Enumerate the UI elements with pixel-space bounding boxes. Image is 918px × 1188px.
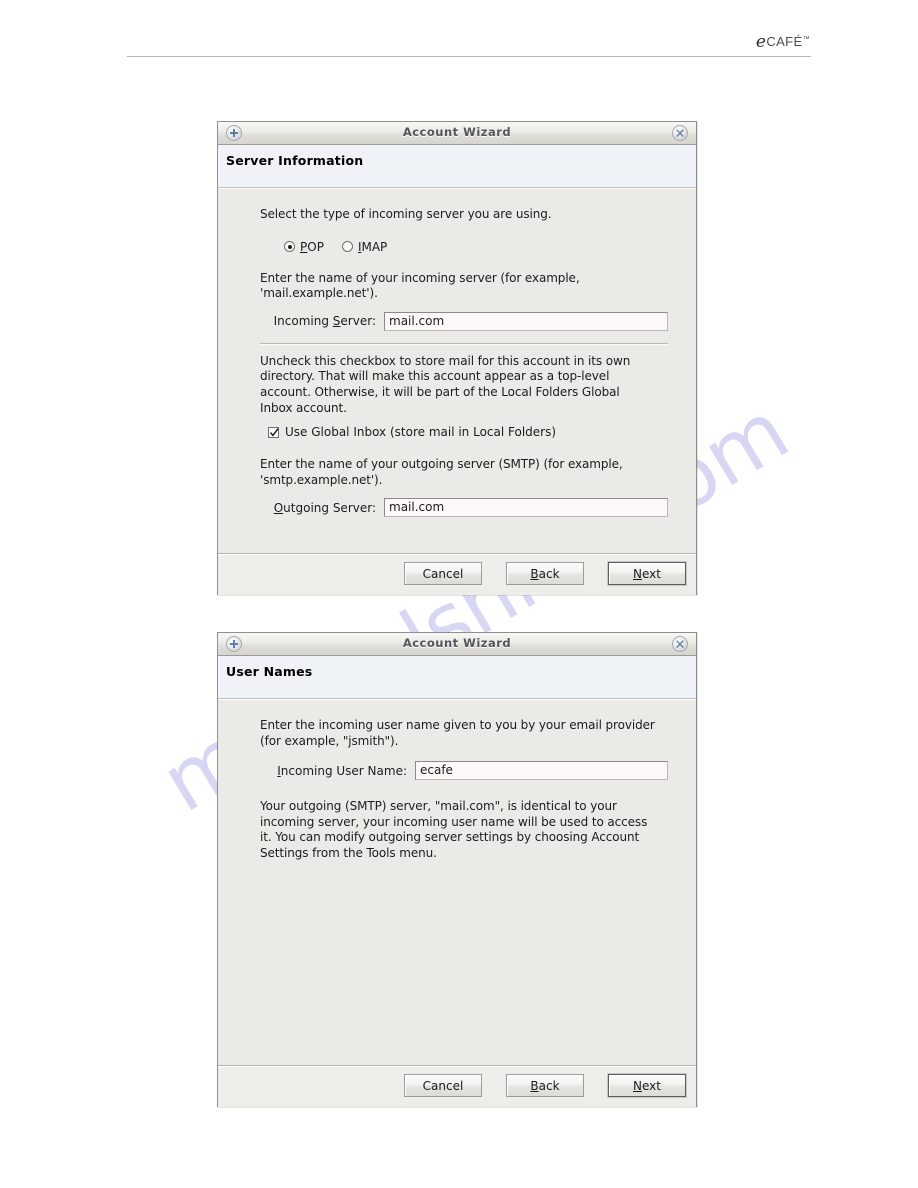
incoming-user-name-field-row: Incoming User Name: ecafe [260, 761, 668, 781]
incoming-server-field-row: Incoming Server: mail.com [260, 311, 668, 331]
close-circle-icon[interactable] [672, 636, 688, 652]
radio-option-pop[interactable]: POP [284, 240, 324, 254]
outgoing-server-field-row: Outgoing Server: mail.com [260, 498, 668, 518]
dialog-button-row: Cancel Back Next [404, 1074, 686, 1097]
dialog-content: Select the type of incoming server you a… [260, 207, 668, 518]
checkbox-global-inbox[interactable] [268, 426, 279, 438]
incoming-server-type-intro: Select the type of incoming server you a… [260, 207, 552, 221]
global-inbox-checkbox-row[interactable]: Use Global Inbox (store mail in Local Fo… [268, 425, 668, 439]
global-inbox-checkbox-label: Use Global Inbox (store mail in Local Fo… [285, 425, 557, 440]
dialog-footer: Cancel Back Next [218, 1065, 696, 1107]
dialog-content: Enter the incoming user name given to yo… [260, 718, 668, 862]
dialog-title: Account Wizard [402, 636, 512, 650]
section-title: User Names [226, 664, 313, 679]
incoming-user-name-label: Incoming User Name: [277, 763, 407, 778]
dialog-title: Account Wizard [402, 125, 512, 139]
account-wizard-dialog-server-information: Account Wizard Server Information Select… [217, 121, 697, 595]
dialog-titlebar: Account Wizard [218, 122, 696, 145]
radio-imap-indicator[interactable] [341, 241, 353, 253]
incoming-server-help-line2: 'mail.example.net'). [260, 286, 378, 301]
header-divider [127, 56, 811, 57]
incoming-server-help-line1: Enter the name of your incoming server (… [260, 270, 580, 285]
next-button[interactable]: Next [608, 562, 686, 585]
user-name-intro-line2: (for example, "jsmith"). [260, 733, 399, 748]
cancel-button[interactable]: Cancel [404, 1074, 482, 1097]
back-button[interactable]: Back [506, 1074, 584, 1097]
page-header: eCAFÉ™ [0, 0, 918, 70]
logo-name: CAFÉ [766, 34, 803, 49]
logo-trademark: ™ [802, 36, 810, 43]
account-wizard-dialog-user-names: Account Wizard User Names Enter the inco… [217, 632, 697, 1107]
ecafe-logo: eCAFÉ™ [756, 32, 810, 52]
section-title: Server Information [226, 153, 364, 168]
dialog-section-header: User Names [218, 656, 696, 699]
outgoing-server-help-line2: 'smtp.example.net'). [260, 472, 383, 487]
incoming-server-help: Enter the name of your incoming server (… [260, 271, 668, 302]
dialog-button-row: Cancel Back Next [404, 562, 686, 585]
user-name-intro: Enter the incoming user name given to yo… [260, 718, 668, 749]
global-inbox-help: Uncheck this checkbox to store mail for … [260, 353, 631, 415]
content-divider-1 [260, 342, 668, 345]
dialog-body: Select the type of incoming server you a… [218, 188, 696, 595]
next-button[interactable]: Next [608, 1074, 686, 1097]
radio-imap-label: IMAP [357, 239, 388, 254]
dialog-titlebar: Account Wizard [218, 633, 696, 656]
outgoing-server-help-line1: Enter the name of your outgoing server (… [260, 457, 623, 472]
incoming-server-label: Incoming Server: [273, 314, 376, 329]
radio-option-imap[interactable]: IMAP [341, 239, 388, 254]
incoming-server-input[interactable]: mail.com [384, 311, 668, 331]
back-button[interactable]: Back [506, 562, 584, 585]
radio-pop-indicator[interactable] [284, 241, 295, 253]
dialog-footer: Cancel Back Next [218, 553, 696, 595]
server-type-radio-group: POP IMAP [284, 240, 668, 254]
outgoing-server-help: Enter the name of your outgoing server (… [260, 457, 668, 488]
logo-e-glyph: e [755, 32, 767, 52]
outgoing-server-input[interactable]: mail.com [384, 498, 668, 518]
radio-pop-label: POP [300, 239, 324, 254]
cancel-button[interactable]: Cancel [404, 562, 482, 585]
close-circle-icon[interactable] [672, 125, 688, 141]
user-name-intro-line1: Enter the incoming user name given to yo… [260, 718, 655, 732]
outgoing-server-label: Outgoing Server: [273, 500, 376, 515]
dialog-section-header: Server Information [218, 145, 696, 188]
dialog-body: Enter the incoming user name given to yo… [218, 699, 696, 1107]
outgoing-server-note: Your outgoing (SMTP) server, "mail.com",… [260, 799, 648, 860]
incoming-user-name-input[interactable]: ecafe [415, 761, 668, 781]
